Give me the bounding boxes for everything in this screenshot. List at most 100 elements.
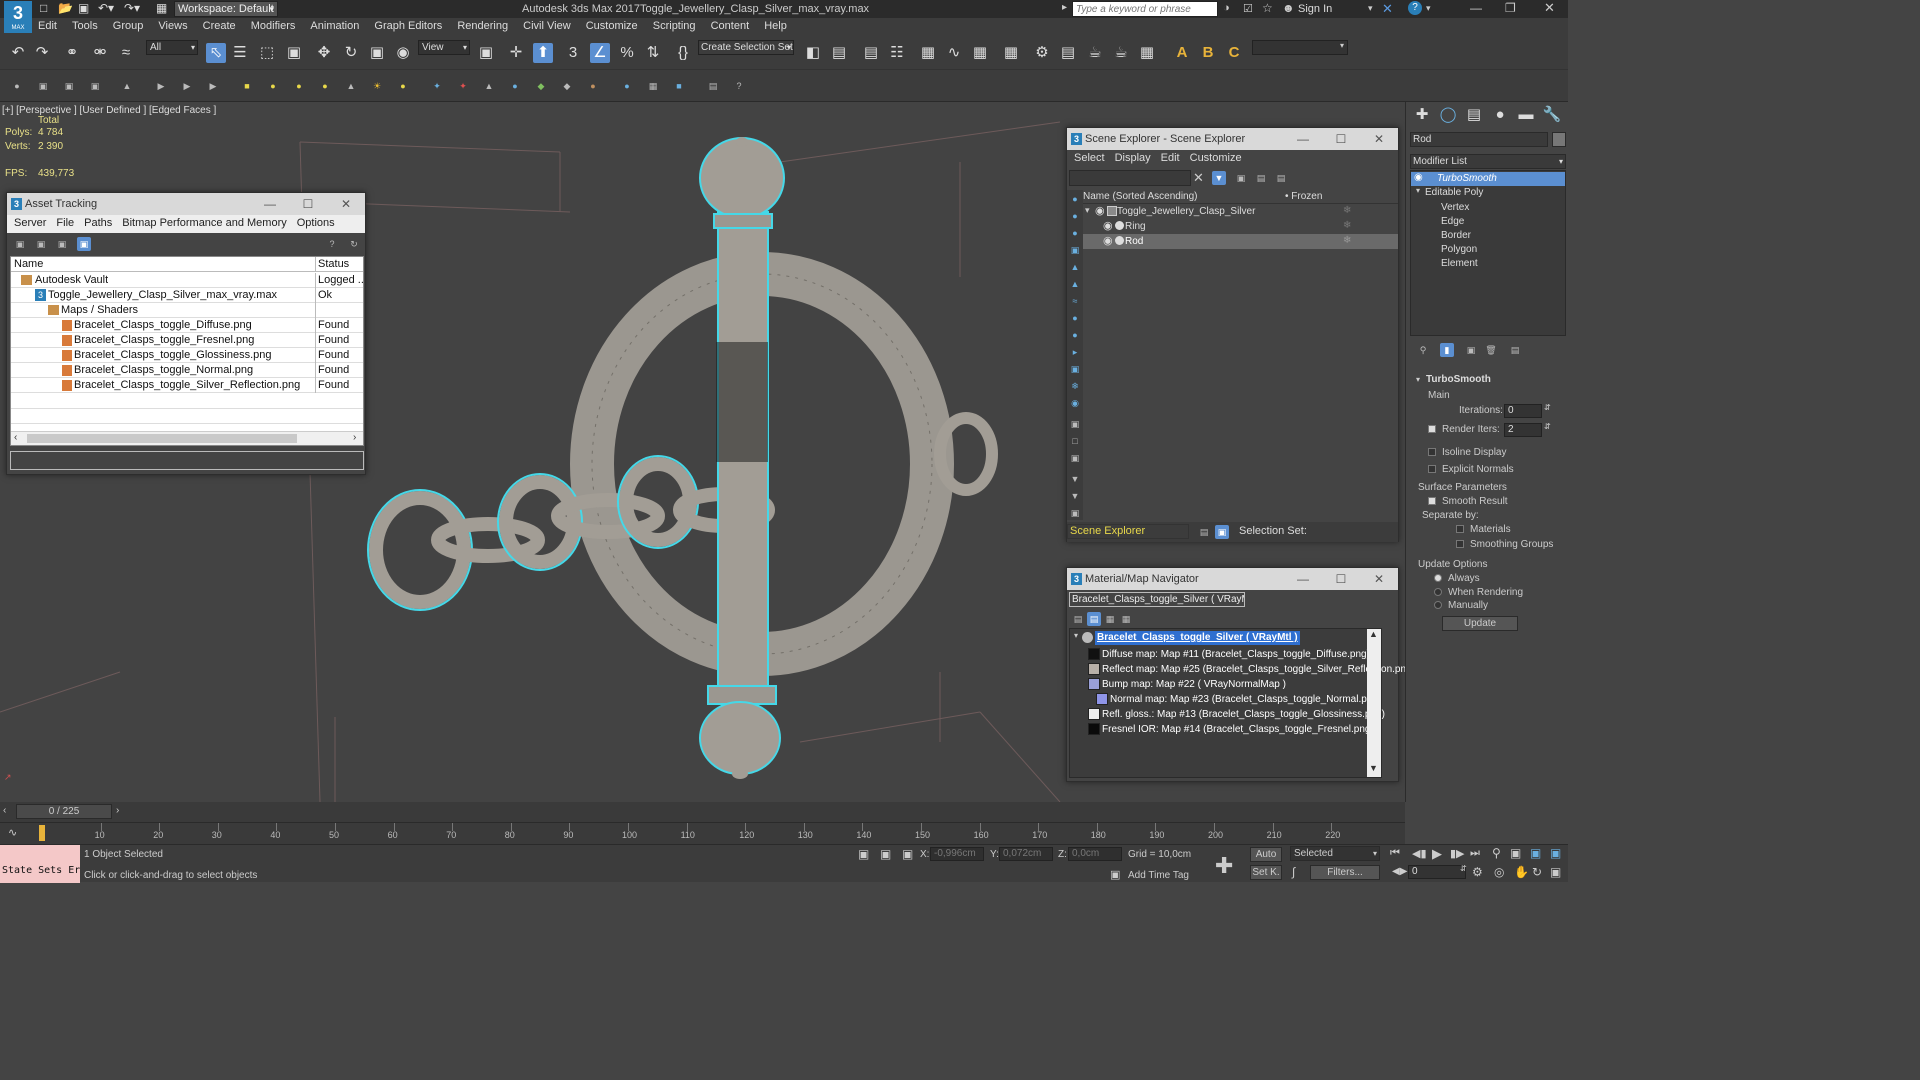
modify-tab-icon[interactable]: ◯ bbox=[1438, 105, 1458, 125]
absolute-mode-icon[interactable]: ▣ bbox=[902, 847, 913, 861]
scene-explorer-titlebar[interactable]: 3 Scene Explorer - Scene Explorer — ☐ ✕ bbox=[1067, 128, 1398, 150]
iterations-spinner[interactable]: 0 bbox=[1504, 404, 1542, 418]
material-root-row[interactable]: ▾ Bracelet_Clasps_toggle_Silver ( VRayMt… bbox=[1074, 631, 1300, 645]
text-b-icon[interactable]: B bbox=[1198, 43, 1218, 63]
motion-tab-icon[interactable]: ● bbox=[1490, 105, 1510, 125]
visibility-eye-icon[interactable]: ◉ bbox=[1103, 234, 1113, 247]
time-next-icon[interactable]: › bbox=[116, 805, 119, 816]
maxscript-listener[interactable]: State Sets Er bbox=[0, 845, 80, 883]
stack-item-editable-poly[interactable]: ▾ Editable Poly bbox=[1411, 186, 1565, 200]
asset-menu-server[interactable]: Server bbox=[9, 215, 51, 231]
menu-content[interactable]: Content bbox=[705, 18, 756, 34]
asset-row-bitmap[interactable]: Bracelet_Clasps_toggle_Diffuse.png Found bbox=[11, 318, 363, 333]
window-crossing-icon[interactable]: ▣ bbox=[284, 43, 304, 63]
asset-row-vault[interactable]: Autodesk Vault Logged ... bbox=[11, 273, 363, 288]
search-arrow-icon[interactable]: ▸ bbox=[1062, 2, 1067, 13]
sign-in-link[interactable]: Sign In bbox=[1298, 3, 1332, 15]
pivot-center-icon[interactable]: ▣ bbox=[476, 43, 496, 63]
y-coordinate-field[interactable]: 0,072cm bbox=[999, 847, 1053, 861]
minimize-icon[interactable]: — bbox=[1288, 128, 1318, 150]
selection-lock-icon[interactable]: ▣ bbox=[880, 847, 891, 861]
zoom-extents-icon[interactable]: ▣ bbox=[1530, 846, 1541, 860]
favorites-icon[interactable]: ☆ bbox=[1262, 1, 1273, 15]
material-map-row[interactable]: Bump map: Map #22 ( VRayNormalMap ) bbox=[1082, 677, 1372, 692]
menu-graph-editors[interactable]: Graph Editors bbox=[368, 18, 448, 34]
asset-row-maps-folder[interactable]: Maps / Shaders bbox=[11, 303, 363, 318]
display-none-all-icon[interactable]: □ bbox=[1068, 434, 1082, 448]
scene-node-ring[interactable]: ◉ Ring ❄ bbox=[1083, 219, 1398, 234]
subobject-element[interactable]: Element bbox=[1441, 257, 1478, 271]
redo-icon[interactable]: ↷▾ bbox=[124, 1, 140, 15]
vray-help-icon[interactable]: ? bbox=[732, 79, 746, 93]
rollout-collapse-icon[interactable]: ▾ bbox=[1416, 375, 1420, 384]
vray-last-vfb-icon[interactable]: ▣ bbox=[62, 79, 76, 93]
undo-icon[interactable]: ↶ bbox=[8, 43, 28, 63]
scroll-down-icon[interactable]: ▼ bbox=[1369, 763, 1378, 773]
show-end-result-icon[interactable]: ▮ bbox=[1440, 343, 1454, 357]
display-containers-icon[interactable]: ▣ bbox=[1068, 362, 1082, 376]
collapse-icon[interactable]: ▤ bbox=[1274, 171, 1288, 185]
workspace-dropdown[interactable]: Workspace: Default ▾ bbox=[174, 1, 278, 17]
manually-radio[interactable] bbox=[1434, 601, 1442, 609]
isolate-selection-icon[interactable]: ▣ bbox=[858, 847, 869, 861]
select-manipulate-icon[interactable]: ✛ bbox=[506, 43, 526, 63]
asset-menu-bitmap-performance[interactable]: Bitmap Performance and Memory bbox=[117, 215, 291, 231]
previous-frame-icon[interactable]: ◀▮ bbox=[1412, 847, 1427, 860]
goto-start-icon[interactable]: ⏮ bbox=[1390, 847, 1400, 860]
menu-views[interactable]: Views bbox=[152, 18, 193, 34]
time-config-icon[interactable]: ⚙ bbox=[1472, 865, 1483, 879]
time-tag-icon[interactable]: ▣ bbox=[1110, 868, 1120, 881]
rectangular-selection-icon[interactable]: ⬚ bbox=[257, 43, 277, 63]
project-folder-icon[interactable]: ▦ bbox=[156, 1, 167, 15]
clear-search-icon[interactable]: ✕ bbox=[1193, 170, 1204, 186]
scroll-thumb[interactable] bbox=[27, 434, 297, 443]
vertical-scrollbar[interactable]: ▲ ▼ bbox=[1367, 629, 1381, 777]
menu-group[interactable]: Group bbox=[107, 18, 150, 34]
table-view-icon[interactable]: ▣ bbox=[55, 237, 69, 251]
vray-sphere-object-icon[interactable]: ● bbox=[508, 79, 522, 93]
vray-messages-icon[interactable]: ▤ bbox=[706, 79, 720, 93]
binoculars-icon[interactable]: ◑ bbox=[1223, 2, 1230, 14]
display-geometry-icon[interactable]: ● bbox=[1068, 209, 1082, 223]
object-color-swatch[interactable] bbox=[1552, 132, 1566, 147]
link-icon[interactable]: ⚭ bbox=[62, 43, 82, 63]
percent-snap-icon[interactable]: % bbox=[617, 43, 637, 63]
subobject-border[interactable]: Border bbox=[1441, 229, 1471, 243]
object-name-field[interactable]: Rod bbox=[1410, 132, 1548, 147]
scene-node-rod[interactable]: ◉ Rod ❄ bbox=[1083, 234, 1398, 249]
render-activeshade-icon[interactable]: ▦ bbox=[1137, 43, 1157, 63]
rendered-frame-window-icon[interactable]: ▤ bbox=[1058, 43, 1078, 63]
display-lights-icon[interactable]: ▣ bbox=[1068, 243, 1082, 257]
maximize-icon[interactable]: ☐ bbox=[293, 193, 323, 215]
asset-menu-paths[interactable]: Paths bbox=[79, 215, 117, 231]
vray-proxy-icon[interactable]: ▶ bbox=[154, 79, 168, 93]
material-map-row[interactable]: Normal map: Map #23 (Bracelet_Clasps_tog… bbox=[1090, 692, 1381, 707]
asset-path-field[interactable] bbox=[10, 451, 364, 470]
pin-stack-icon[interactable]: ⚲ bbox=[1416, 343, 1430, 357]
material-navigator-titlebar[interactable]: 3 Material/Map Navigator — ☐ ✕ bbox=[1067, 568, 1398, 590]
isoline-display-checkbox[interactable] bbox=[1428, 448, 1436, 456]
view-large-icons-icon[interactable]: ▦ bbox=[1119, 612, 1133, 626]
keyboard-shortcut-override-icon[interactable]: ⬆ bbox=[533, 43, 553, 63]
render-preset-dropdown[interactable]: ▾ bbox=[1252, 40, 1348, 55]
set-key-button[interactable]: Set K. bbox=[1250, 865, 1282, 880]
column-status-header[interactable]: Status bbox=[315, 257, 349, 272]
create-tab-icon[interactable]: ✚ bbox=[1412, 105, 1432, 125]
goto-end-icon[interactable]: ⏭ bbox=[1470, 847, 1480, 860]
scene-node-group[interactable]: ▾ ◉ Toggle_Jewellery_Clasp_Silver ❄ bbox=[1083, 204, 1398, 219]
stack-item-turbosmooth[interactable]: ◉ TurboSmooth bbox=[1411, 172, 1565, 186]
server-icon[interactable]: ▣ bbox=[13, 237, 27, 251]
vray-sun-icon[interactable]: ☀ bbox=[370, 79, 384, 93]
key-filters-button[interactable]: Filters... bbox=[1310, 865, 1380, 880]
unlink-icon[interactable]: ⚮ bbox=[90, 43, 110, 63]
menu-animation[interactable]: Animation bbox=[304, 18, 365, 34]
z-coordinate-field[interactable]: 0,0cm bbox=[1068, 847, 1122, 861]
asset-row-bitmap[interactable]: Bracelet_Clasps_toggle_Glossiness.png Fo… bbox=[11, 348, 363, 363]
material-editor-icon[interactable]: ▦ bbox=[1001, 43, 1021, 63]
menu-rendering[interactable]: Rendering bbox=[451, 18, 514, 34]
display-helpers-icon[interactable]: ▲ bbox=[1068, 277, 1082, 291]
column-name-header[interactable]: Name bbox=[14, 257, 43, 272]
text-a-icon[interactable]: A bbox=[1172, 43, 1192, 63]
remove-modifier-icon[interactable]: 🗑 bbox=[1484, 343, 1498, 357]
menu-help[interactable]: Help bbox=[758, 18, 793, 34]
